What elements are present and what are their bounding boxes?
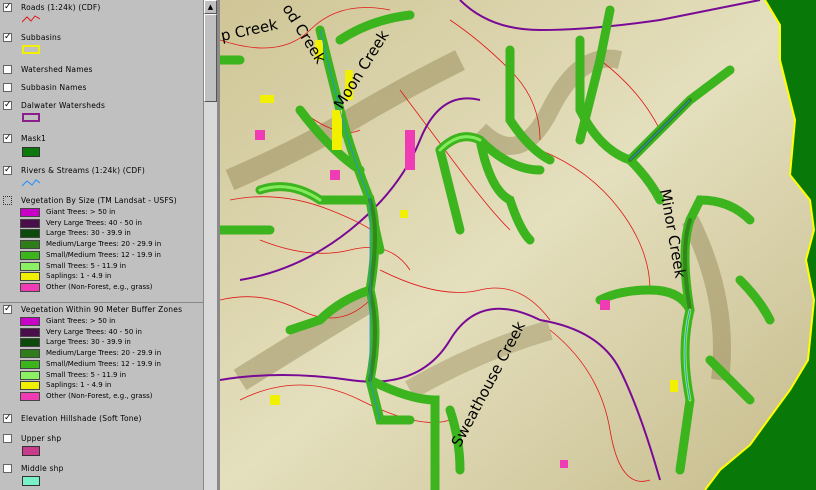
stream-line-symbol — [22, 179, 40, 187]
layer-upper-label: Upper shp — [21, 434, 62, 443]
layer-roads-checkbox[interactable]: ✓ — [3, 3, 12, 12]
veg-size-class-label: Large Trees: 30 - 39.9 in — [46, 229, 131, 238]
layer-roads-label: Roads (1:24k) (CDF) — [21, 3, 101, 12]
layer-elevation-label: Elevation Hillshade (Soft Tone) — [21, 414, 142, 423]
subbasin-symbol — [22, 45, 40, 54]
layer-middle-label: Middle shp — [21, 464, 64, 473]
veg-size-class-swatch — [20, 272, 40, 282]
scroll-thumb[interactable] — [204, 14, 217, 102]
layer-watershed-names-label: Watershed Names — [21, 65, 93, 74]
veg-size-class-swatch — [20, 282, 40, 292]
layer-veg-buffer-checkbox[interactable]: ✓ — [3, 305, 12, 314]
veg-size-class-swatch — [20, 250, 40, 260]
veg-buffer-class-label: Small/Medium Trees: 12 - 19.9 in — [46, 359, 161, 368]
veg-size-class-label: Medium/Large Trees: 20 - 29.9 in — [46, 240, 162, 249]
layer-veg-size-checkbox[interactable] — [3, 196, 12, 205]
layer-dalwater-label: Dalwater Watersheds — [21, 101, 106, 110]
veg-buffer-class-swatch — [20, 349, 40, 359]
veg-buffer-class-swatch — [20, 381, 40, 391]
watershed-symbol — [22, 113, 40, 122]
layer-rivers-checkbox[interactable]: ✓ — [3, 166, 12, 175]
layer-upper-checkbox[interactable] — [3, 434, 12, 443]
veg-size-class-label: Other (Non-Forest, e.g., grass) — [46, 282, 153, 291]
veg-buffer-class-label: Small Trees: 5 - 11.9 in — [46, 370, 127, 379]
layer-mask1-label: Mask1 — [21, 134, 47, 143]
layer-subbasins-label: Subbasins — [21, 33, 62, 42]
layer-subbasin-names-checkbox[interactable] — [3, 83, 12, 92]
veg-size-class-swatch — [20, 229, 40, 239]
layer-rivers-label: Rivers & Streams (1:24k) (CDF) — [21, 166, 145, 175]
layer-subbasins-checkbox[interactable]: ✓ — [3, 33, 12, 42]
scroll-up-button[interactable]: ▲ — [204, 0, 217, 14]
layer-dalwater-checkbox[interactable]: ✓ — [3, 101, 12, 110]
legend-separator — [0, 302, 203, 303]
middle-symbol — [22, 476, 40, 486]
veg-buffer-class-label: Large Trees: 30 - 39.9 in — [46, 338, 131, 347]
veg-size-class-label: Small/Medium Trees: 12 - 19.9 in — [46, 250, 161, 259]
veg-buffer-class-label: Other (Non-Forest, e.g., grass) — [46, 391, 153, 400]
veg-buffer-class-swatch — [20, 327, 40, 337]
layer-middle-checkbox[interactable] — [3, 464, 12, 473]
veg-size-class-swatch — [20, 218, 40, 228]
veg-buffer-class-label: Very Large Trees: 40 - 50 in — [46, 327, 142, 336]
mask-symbol — [22, 147, 40, 157]
scroll-up-icon: ▲ — [207, 3, 214, 11]
layer-mask1-checkbox[interactable]: ✓ — [3, 134, 12, 143]
veg-size-class-swatch — [20, 261, 40, 271]
legend-scrollbar[interactable]: ▲ — [203, 0, 217, 490]
veg-buffer-class-swatch — [20, 391, 40, 401]
veg-buffer-class-label: Saplings: 1 - 4.9 in — [46, 381, 112, 390]
veg-buffer-class-swatch — [20, 338, 40, 348]
veg-buffer-class-swatch — [20, 359, 40, 369]
legend-panel: ✓ Roads (1:24k) (CDF) ✓ Subbasins Waters… — [0, 0, 203, 490]
layer-subbasin-names-label: Subbasin Names — [21, 83, 87, 92]
veg-size-class-label: Small Trees: 5 - 11.9 in — [46, 261, 127, 270]
veg-size-class-label: Saplings: 1 - 4.9 in — [46, 272, 112, 281]
veg-size-class-swatch — [20, 208, 40, 217]
veg-buffer-class-label: Giant Trees: > 50 in — [46, 317, 116, 325]
veg-buffer-class-swatch — [20, 370, 40, 380]
layer-veg-size-label: Vegetation By Size (TM Landsat - USFS) — [21, 196, 177, 205]
layer-elevation-checkbox[interactable]: ✓ — [3, 414, 12, 423]
upper-symbol — [22, 446, 40, 456]
veg-size-class-label: Very Large Trees: 40 - 50 in — [46, 218, 142, 227]
layer-veg-buffer-label: Vegetation Within 90 Meter Buffer Zones — [21, 305, 183, 314]
roads-line-symbol — [22, 15, 40, 23]
map-view[interactable]: p Creek od Creek Moon Creek Minor Creek … — [220, 0, 816, 490]
veg-size-class-swatch — [20, 240, 40, 250]
veg-buffer-class-label: Medium/Large Trees: 20 - 29.9 in — [46, 349, 162, 358]
layer-watershed-names-checkbox[interactable] — [3, 65, 12, 74]
veg-buffer-class-swatch — [20, 317, 40, 326]
veg-size-class-label: Giant Trees: > 50 in — [46, 208, 116, 216]
